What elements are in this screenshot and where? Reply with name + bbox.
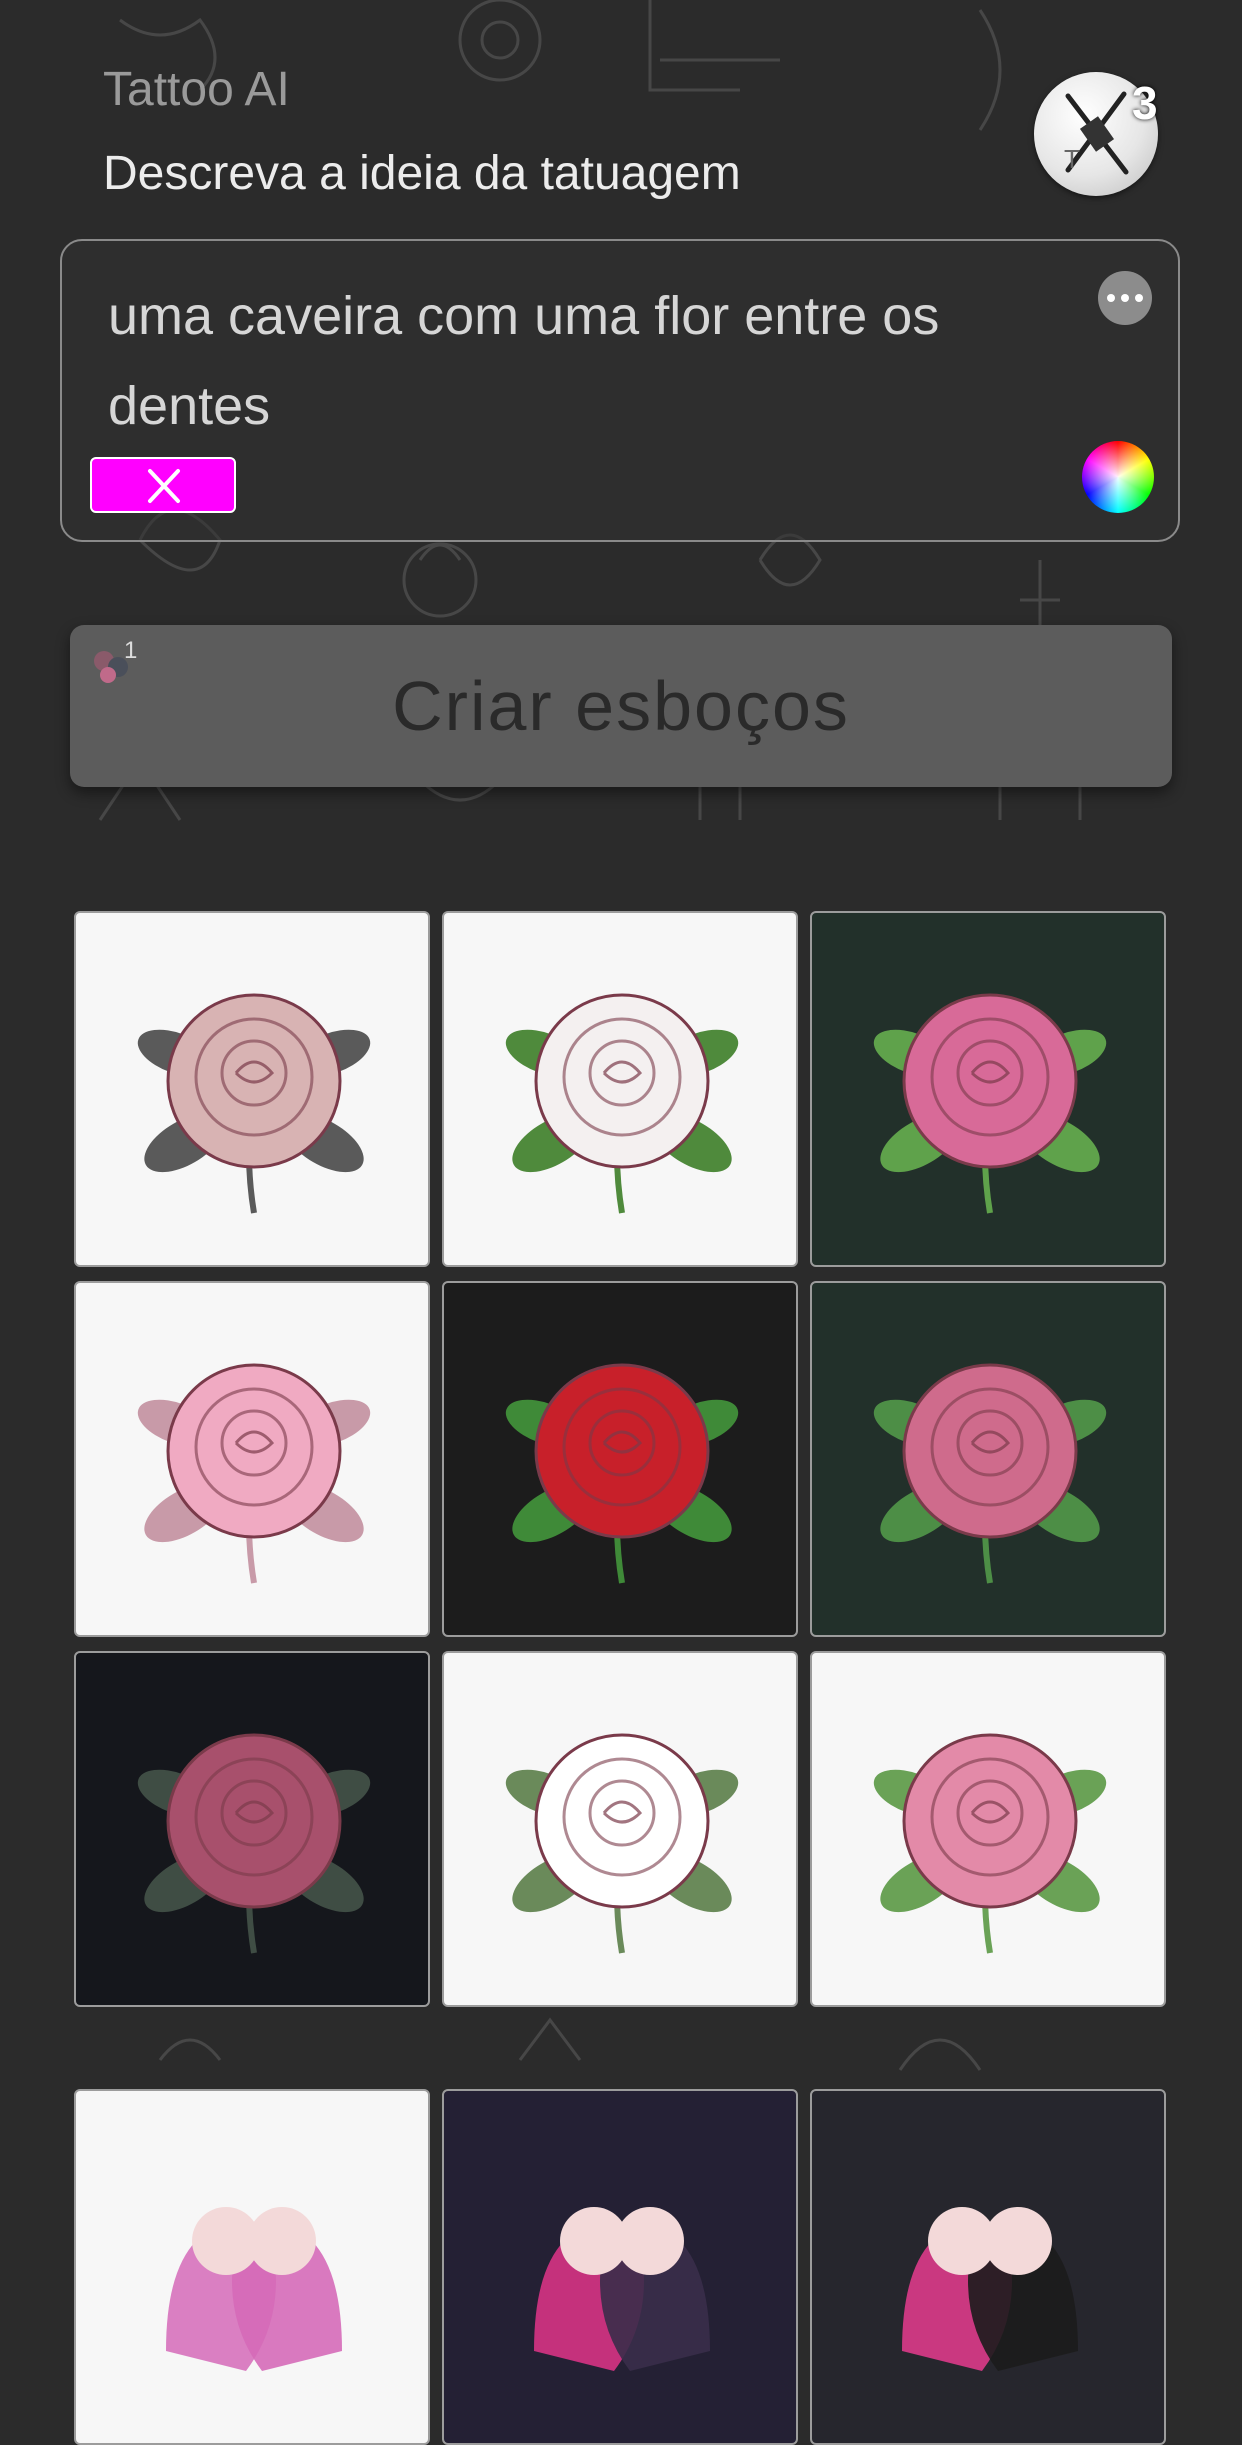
create-sketches-button[interactable]: 1 Criar esboços — [70, 625, 1172, 787]
credits-count: 3 — [1132, 77, 1158, 129]
tattoo-design-tile[interactable] — [810, 1281, 1166, 1637]
tattoo-design-tile[interactable] — [74, 911, 430, 1267]
dot-icon — [1107, 294, 1115, 302]
svg-text:T: T — [1064, 144, 1080, 174]
rose-illustration — [505, 1363, 739, 1584]
couple-illustration — [902, 2207, 1078, 2371]
more-options-button[interactable] — [1098, 271, 1152, 325]
rose-illustration — [137, 993, 371, 1214]
tattoo-design-tile[interactable] — [442, 2089, 798, 2445]
clear-prompt-button[interactable] — [90, 457, 236, 513]
couple-illustration — [534, 2207, 710, 2371]
rose-illustration — [505, 1733, 739, 1954]
rose-illustration — [137, 1363, 371, 1584]
color-picker-button[interactable] — [1082, 441, 1154, 513]
tattoo-design-tile[interactable] — [74, 1281, 430, 1637]
prompt-text[interactable]: uma caveira com uma flor entre os dentes — [108, 271, 1008, 451]
tattoo-design-tile[interactable] — [810, 1651, 1166, 2007]
rose-illustration — [505, 993, 739, 1214]
dot-icon — [1135, 294, 1143, 302]
tattoo-design-tile[interactable] — [74, 1651, 430, 2007]
rose-illustration — [873, 1363, 1107, 1584]
rose-illustration — [873, 993, 1107, 1214]
tattoo-design-tile[interactable] — [442, 1281, 798, 1637]
dot-icon — [1121, 294, 1129, 302]
create-sketches-label: Criar esboços — [392, 667, 850, 745]
rose-illustration — [873, 1733, 1107, 1954]
close-icon — [148, 469, 180, 503]
rose-illustration — [137, 1733, 371, 1954]
couple-illustration — [166, 2207, 342, 2371]
tattoo-design-tile[interactable] — [442, 911, 798, 1267]
app-name: Tattoo AI — [103, 63, 290, 116]
tattoo-design-tile[interactable] — [810, 2089, 1166, 2445]
prompt-title: Descreva a ideia da tatuagem — [103, 147, 741, 200]
prompt-input[interactable]: uma caveira com uma flor entre os dentes — [60, 239, 1180, 542]
tattoo-design-tile[interactable] — [442, 1651, 798, 2007]
tattoo-design-tile[interactable] — [810, 911, 1166, 1267]
tattoo-design-tile[interactable] — [74, 2089, 430, 2445]
